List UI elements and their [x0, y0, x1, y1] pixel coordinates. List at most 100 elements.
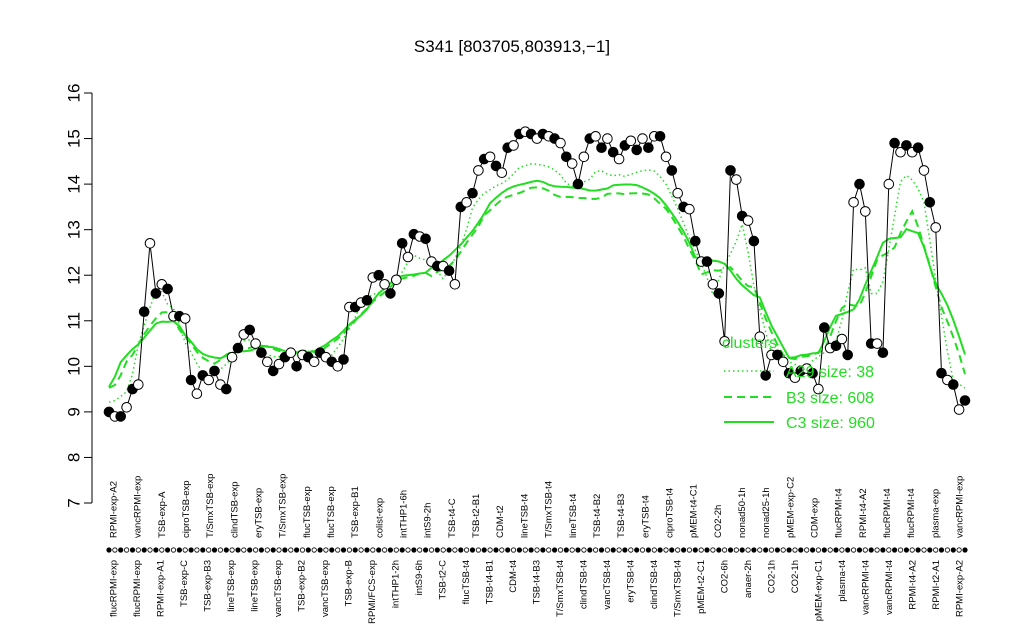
x-mark [323, 547, 329, 553]
data-point [244, 324, 255, 336]
data-point [209, 365, 220, 377]
x-mark [886, 547, 892, 553]
y-tick-label: 9 [65, 407, 84, 416]
x-tick-label: plasma-exp [930, 489, 941, 538]
x-mark [868, 547, 874, 553]
data-point [578, 151, 590, 163]
data-point [443, 265, 455, 277]
x-mark [170, 547, 177, 553]
x-mark [938, 547, 945, 553]
data-point [918, 165, 930, 176]
data-point [819, 322, 830, 333]
data-point [912, 142, 924, 153]
x-tick-label: vancTSB-exp [273, 560, 284, 617]
y-tick-label: 15 [65, 129, 84, 148]
data-point [461, 197, 472, 208]
data-point [871, 338, 883, 349]
x-tick-label: TSB-t4-C [447, 498, 458, 538]
data-point [162, 283, 173, 295]
x-mark [293, 547, 300, 553]
x-tick-label: ciproTSB-t4 [664, 488, 675, 538]
x-mark [587, 547, 593, 553]
x-mark [827, 547, 833, 553]
x-tick-label: TSB-exp-A [157, 491, 168, 538]
x-mark [575, 547, 581, 553]
data-point [308, 356, 320, 368]
x-tick-label: nonad50-1h [737, 487, 748, 538]
x-mark [241, 547, 247, 553]
x-mark [217, 547, 223, 553]
x-mark [176, 547, 182, 553]
x-tick-label: TSB-exp-B2 [297, 560, 308, 612]
x-mark [112, 547, 118, 553]
data-point [449, 279, 461, 290]
x-tick-label: TSB-t2-C [438, 560, 449, 600]
x-mark [768, 547, 775, 553]
x-mark [645, 547, 652, 553]
data-point [742, 215, 754, 226]
x-mark [405, 547, 411, 553]
data-point [596, 142, 607, 153]
x-tick-label: RPMI-exp-A2 [109, 481, 120, 538]
data-point [473, 165, 484, 176]
data-point [654, 131, 666, 142]
data-point [842, 349, 854, 361]
legend-label-c3: C3 size: 960 [786, 415, 875, 432]
cluster-line-c3 [108, 179, 966, 388]
data-point [889, 137, 900, 149]
x-mark [716, 547, 722, 553]
x-mark [880, 547, 886, 553]
data-point [725, 165, 736, 176]
x-tick-label: pMEM-exp-C2 [785, 477, 796, 538]
x-mark [780, 547, 786, 553]
x-mark [364, 547, 370, 553]
x-mark [598, 547, 605, 553]
x-mark [335, 547, 341, 553]
x-tick-label: T/SmxTSB-t4 [673, 560, 684, 617]
x-mark [165, 547, 171, 553]
x-mark [522, 547, 528, 553]
data-point [138, 306, 150, 318]
x-mark [194, 547, 200, 553]
x-mark [235, 547, 241, 553]
x-mark [563, 547, 569, 553]
x-mark [469, 547, 476, 553]
x-mark [376, 547, 382, 553]
y-tick-label: 13 [65, 220, 84, 239]
x-mark [481, 547, 487, 553]
x-mark [809, 547, 816, 553]
data-point [701, 256, 713, 267]
x-tick-label: intTHP1-6h [399, 490, 410, 538]
x-mark [299, 547, 306, 553]
x-mark [933, 547, 939, 553]
x-tick-label: RPMI-exp-A1 [156, 560, 167, 617]
x-mark [129, 547, 136, 553]
data-point [625, 135, 637, 147]
x-tick-label: clindTSB-exp [229, 482, 240, 539]
x-mark [317, 547, 323, 553]
x-mark [505, 547, 511, 553]
y-axis: 7 8 9 10 11 12 13 14 15 16 [65, 84, 93, 508]
x-mark [393, 547, 399, 553]
x-tick-label: TSB-t4-B3 [532, 560, 543, 604]
data-point [379, 279, 390, 290]
x-mark [340, 547, 347, 553]
x-tick-label: lineTSB-t4 [568, 494, 579, 538]
x-mark [118, 547, 124, 553]
x-mark [276, 547, 282, 553]
x-mark [147, 547, 153, 553]
x-tick-label: RPMI-t4-A2 [858, 488, 869, 538]
x-mark [915, 547, 921, 553]
x-mark [200, 547, 206, 553]
data-point [836, 333, 848, 345]
data-point [613, 153, 625, 165]
x-mark [944, 547, 951, 553]
x-tick-label: flucRPMI-t4 [882, 488, 893, 538]
x-mark [845, 547, 851, 553]
x-tick-label: vancTSB-t4 [602, 560, 613, 610]
data-point [731, 174, 742, 185]
x-mark [833, 547, 839, 553]
data-point [285, 347, 297, 359]
x-tick-label: TSB-t4-B2 [592, 494, 603, 538]
x-mark [622, 547, 628, 553]
